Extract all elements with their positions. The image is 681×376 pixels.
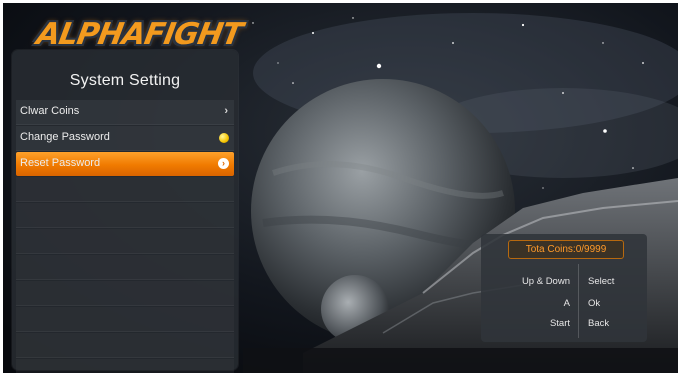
menu-item-reset-password[interactable]: Reset Password ›	[16, 152, 234, 176]
panel-title: System Setting	[69, 72, 181, 89]
divider	[578, 264, 579, 338]
system-setting-panel: System Setting Clwar Coins › Change Pass…	[12, 50, 238, 373]
empty-row	[16, 307, 234, 332]
game-screen: ALPHAFIGHT System Setting Clwar Coins › …	[3, 3, 678, 373]
settings-menu: Clwar Coins › Change Password Reset Pass…	[16, 100, 234, 373]
menu-item-clear-coins[interactable]: Clwar Coins ›	[16, 100, 234, 125]
empty-row	[16, 281, 234, 306]
menu-item-label: Change Password	[20, 131, 110, 143]
yellow-dot-icon	[219, 133, 229, 143]
total-coins-display: Tota Coins:0/9999	[508, 240, 624, 259]
controls-info-panel: Tota Coins:0/9999 Up & Down Select A Ok …	[481, 234, 647, 342]
control-key-a: A	[563, 298, 570, 309]
control-action-select: Select	[588, 276, 615, 287]
logo-text: ALPHAFIGHT	[33, 17, 245, 52]
empty-row	[16, 333, 234, 358]
chevron-right-icon: ›	[224, 105, 228, 117]
empty-row	[16, 359, 234, 373]
empty-row	[16, 203, 234, 228]
empty-row	[16, 229, 234, 254]
menu-item-label: Reset Password	[20, 157, 101, 169]
empty-row	[16, 177, 234, 202]
control-key-start: Start	[549, 318, 570, 329]
menu-item-label: Clwar Coins	[20, 105, 80, 117]
chevron-right-icon: ›	[218, 158, 229, 169]
control-action-ok: Ok	[588, 298, 601, 309]
empty-row	[16, 255, 234, 280]
control-key-up-down: Up & Down	[521, 276, 570, 287]
control-action-back: Back	[588, 318, 610, 329]
menu-item-change-password[interactable]: Change Password	[16, 126, 234, 151]
